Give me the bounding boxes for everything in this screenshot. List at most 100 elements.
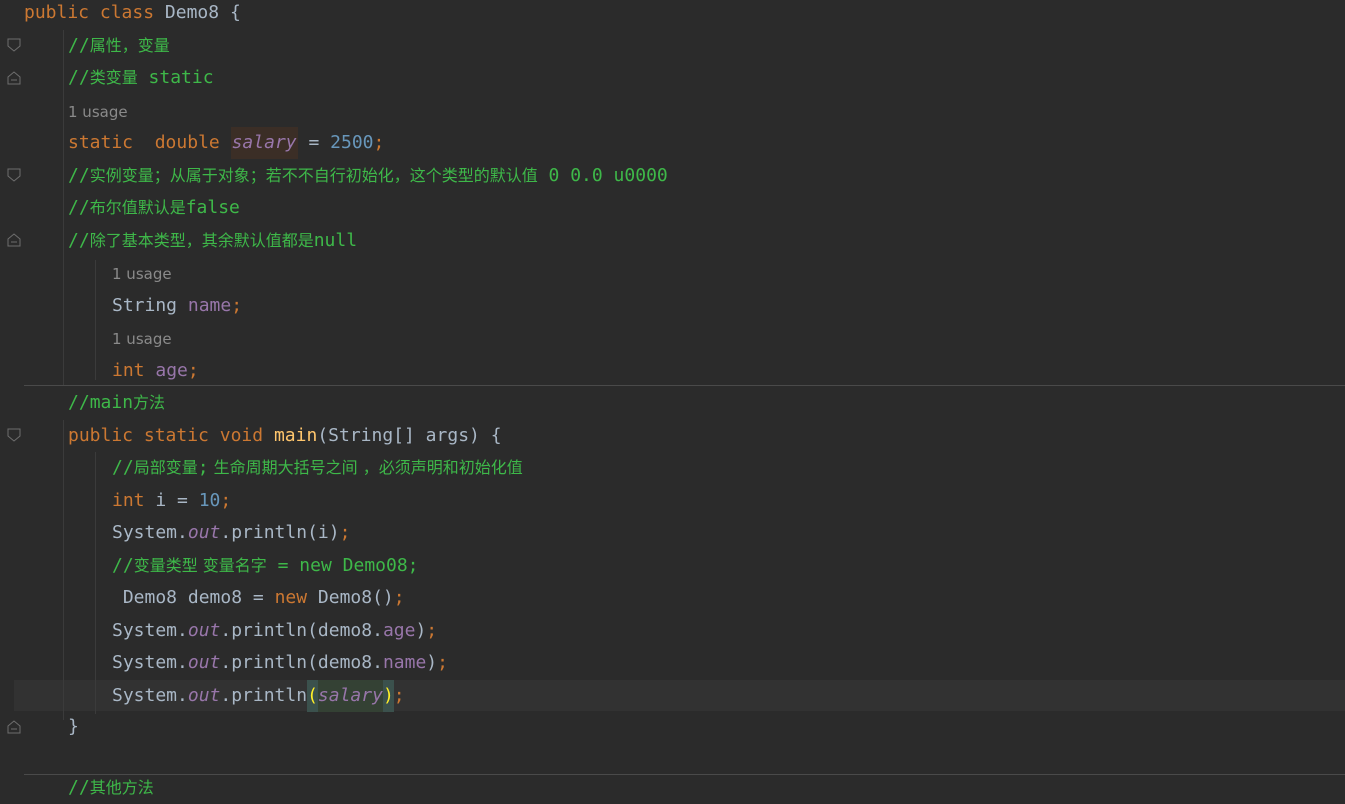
code-line-name-decl[interactable]: String name; bbox=[0, 290, 1345, 322]
local-var: i = bbox=[144, 490, 199, 511]
code-line-comment[interactable]: //main 方法 bbox=[0, 387, 1345, 419]
method-call: .println bbox=[220, 685, 308, 706]
code-line-close-brace[interactable]: } bbox=[0, 711, 1345, 743]
code-line-new-demo8[interactable]: Demo8 demo8 = new Demo8(); bbox=[0, 582, 1345, 614]
keyword: class bbox=[99, 2, 155, 23]
comment: 实例变量；从属于对象；若不不自行初始化，这个类型的默认值 bbox=[89, 166, 538, 185]
comment: 0 0.0 u0000 bbox=[537, 165, 668, 186]
keyword: int bbox=[112, 360, 145, 381]
static-field-out: out bbox=[187, 522, 221, 543]
comment: static bbox=[137, 67, 214, 88]
usage-hint[interactable]: 1 usage bbox=[0, 96, 1345, 128]
comment: // bbox=[68, 197, 90, 218]
code-line-comment[interactable]: //局部变量; 生命周期大括号之间 ，必须声明和初始化值 bbox=[0, 452, 1345, 484]
code-line-age-decl[interactable]: int age; bbox=[0, 355, 1345, 387]
code-line-comment[interactable]: //属性，变量 bbox=[0, 30, 1345, 62]
comment: 生命周期大括号之间 ，必须声明和初始化值 bbox=[208, 458, 523, 477]
usage-hint[interactable]: 1 usage bbox=[0, 258, 1345, 290]
comment: // bbox=[68, 230, 90, 251]
comment: ; bbox=[197, 457, 209, 478]
comment: 局部变量 bbox=[133, 458, 198, 477]
usage-hint-text[interactable]: 1 usage bbox=[68, 96, 128, 128]
code-line-println[interactable]: System. out .println(demo8. age); bbox=[0, 615, 1345, 647]
code-line-comment[interactable]: //除了基本类型，其余默认值都是 null bbox=[0, 225, 1345, 257]
keyword: static bbox=[143, 425, 209, 446]
code-line-comment[interactable]: //实例变量；从属于对象；若不不自行初始化，这个类型的默认值 0 0.0 u00… bbox=[0, 160, 1345, 192]
keyword: new bbox=[274, 587, 308, 608]
system-class: System. bbox=[112, 652, 188, 673]
usage-hint-text[interactable]: 1 usage bbox=[112, 323, 172, 355]
static-field-out: out bbox=[187, 652, 221, 673]
comment: // bbox=[68, 392, 90, 413]
semicolon: ; bbox=[393, 685, 405, 706]
keyword: void bbox=[219, 425, 264, 446]
comment: 变量类型 变量名字 bbox=[133, 556, 267, 575]
keyword: public bbox=[68, 425, 134, 446]
comment: main bbox=[89, 392, 134, 413]
comment: // bbox=[68, 165, 90, 186]
paren: ) bbox=[415, 620, 427, 641]
comment: 类变量 bbox=[89, 68, 138, 87]
matched-paren: ( bbox=[307, 680, 318, 712]
code-line-println[interactable]: System. out .println(i); bbox=[0, 517, 1345, 549]
comment: 属性，变量 bbox=[89, 36, 170, 55]
comment: // bbox=[112, 457, 134, 478]
static-field-salary[interactable]: salary bbox=[230, 127, 298, 159]
comment: // bbox=[68, 35, 90, 56]
field-ref: name bbox=[382, 652, 427, 673]
semicolon: ; bbox=[339, 522, 351, 543]
method-call: .println(i) bbox=[220, 522, 340, 543]
keyword: static bbox=[68, 132, 134, 153]
constructor-call: Demo8() bbox=[307, 587, 394, 608]
local-var: Demo8 demo8 = bbox=[112, 587, 275, 608]
comment: 除了基本类型，其余默认值都是 bbox=[89, 231, 314, 250]
code-line-println-salary[interactable]: System. out .println(salary); bbox=[0, 680, 1345, 712]
method-call: .println(demo8. bbox=[220, 620, 383, 641]
type-name: String bbox=[112, 295, 178, 316]
code-line-class-decl[interactable]: public class Demo8 { bbox=[0, 0, 1345, 29]
static-field-out: out bbox=[187, 620, 221, 641]
code-line-comment[interactable]: //类变量 static bbox=[0, 62, 1345, 94]
code-line-main-decl[interactable]: public static void main (String[] args) { bbox=[0, 420, 1345, 452]
code-line-salary-decl[interactable]: static double salary = 2500; bbox=[0, 127, 1345, 159]
semicolon: ; bbox=[187, 360, 199, 381]
method-name[interactable]: main bbox=[274, 420, 317, 452]
comment: 布尔值默认是 bbox=[89, 198, 186, 217]
usage-hint[interactable]: 1 usage bbox=[0, 323, 1345, 355]
semicolon: ; bbox=[231, 295, 243, 316]
code-line-comment[interactable]: //变量类型 变量名字 = new Demo08; bbox=[0, 550, 1345, 582]
system-class: System. bbox=[112, 685, 188, 706]
code-line-comment[interactable]: //布尔值默认是 false bbox=[0, 192, 1345, 224]
matched-paren: ) bbox=[382, 680, 394, 712]
code-line-println[interactable]: System. out .println(demo8. name); bbox=[0, 647, 1345, 679]
comment: // bbox=[68, 777, 90, 798]
static-field-out: out bbox=[187, 685, 221, 706]
comment: false bbox=[185, 197, 240, 218]
field-name[interactable]: name bbox=[188, 290, 231, 322]
field-age[interactable]: age bbox=[155, 355, 188, 387]
semicolon: ; bbox=[373, 132, 385, 153]
class-name: Demo8 bbox=[164, 2, 220, 23]
brace: { bbox=[229, 2, 241, 23]
method-call: .println(demo8. bbox=[220, 652, 383, 673]
comment: 方法 bbox=[133, 393, 166, 412]
comment: null bbox=[313, 230, 358, 251]
static-field-salary-usage[interactable]: salary bbox=[317, 680, 383, 712]
comment: = new Demo08; bbox=[266, 555, 419, 576]
keyword: double bbox=[154, 132, 220, 153]
paren: ) bbox=[426, 652, 438, 673]
code-line-comment[interactable]: //其他方法 bbox=[0, 772, 1345, 804]
brace: } bbox=[68, 716, 79, 737]
semicolon: ; bbox=[393, 587, 405, 608]
code-line-int-i[interactable]: int i = 10; bbox=[0, 485, 1345, 517]
semicolon: ; bbox=[437, 652, 448, 673]
keyword: public bbox=[24, 2, 90, 23]
field-ref: age bbox=[382, 620, 416, 641]
system-class: System. bbox=[112, 522, 188, 543]
number-literal: 10 bbox=[198, 490, 221, 511]
method-params: (String[] args) { bbox=[317, 425, 502, 446]
comment: // bbox=[68, 67, 90, 88]
semicolon: ; bbox=[426, 620, 438, 641]
keyword: int bbox=[112, 490, 145, 511]
usage-hint-text[interactable]: 1 usage bbox=[112, 258, 172, 290]
